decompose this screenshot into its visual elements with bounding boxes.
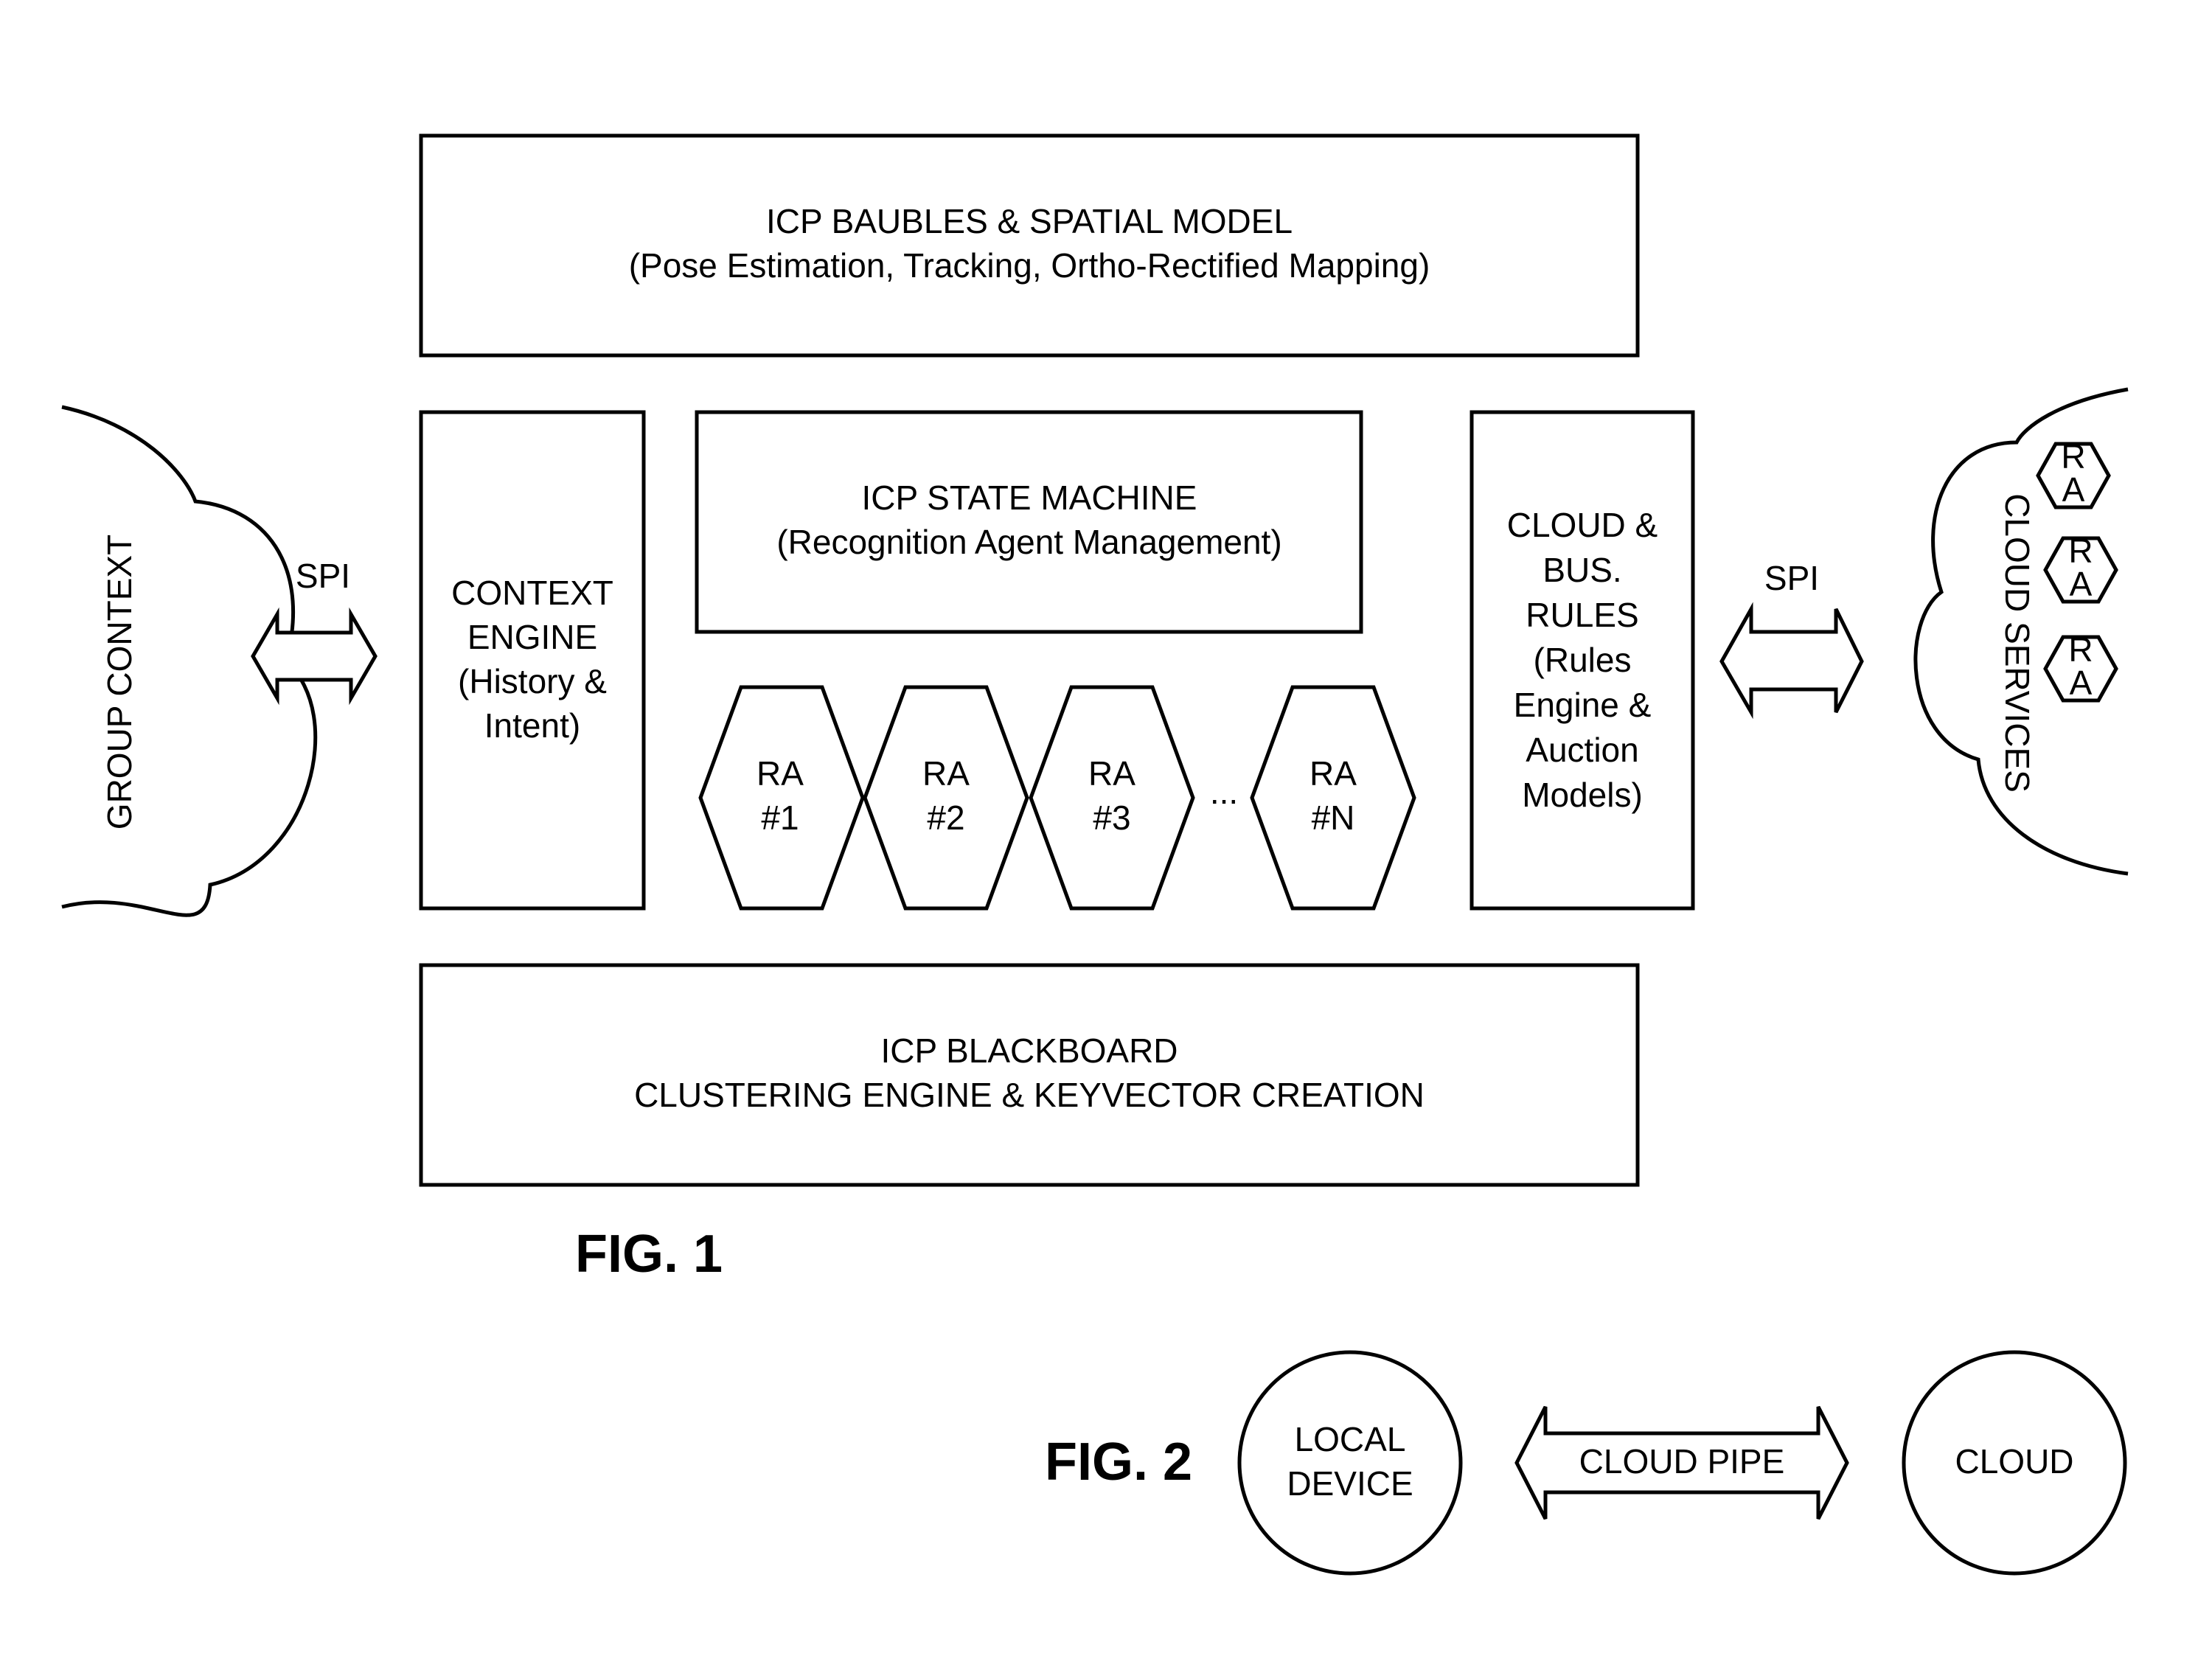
- cloud-bus-rules-line-3: RULES: [1526, 596, 1638, 634]
- cloud-bus-rules-line-7: Models): [1522, 776, 1643, 814]
- spi-right-label: SPI: [1764, 559, 1819, 597]
- spi-left-label: SPI: [296, 557, 350, 595]
- cloud-bus-rules-line-4: (Rules: [1534, 641, 1632, 679]
- ra-hex-3-line-2: #3: [1093, 799, 1130, 837]
- cloud-bus-rules-line-2: BUS.: [1543, 551, 1621, 589]
- context-engine-box: [419, 410, 646, 911]
- ra-hex-2-line-1: RA: [922, 754, 970, 793]
- state-machine-box: [695, 410, 1363, 634]
- ra-hex-2-line-2: #2: [927, 799, 964, 837]
- cloud-ra-hex-3: R A: [2043, 630, 2118, 703]
- blackboard-box: [419, 963, 1640, 1187]
- ra-hex-3: RA #3: [1029, 685, 1195, 911]
- blackboard-subtitle: CLUSTERING ENGINE & KEYVECTOR CREATION: [634, 1076, 1425, 1114]
- context-engine-line-4: Intent): [484, 706, 580, 745]
- cloud-ra-2-line-2: A: [2070, 565, 2093, 603]
- context-engine-line-3: (History &: [458, 662, 607, 700]
- ra-hex-2: RA #2: [863, 685, 1029, 911]
- fig2-caption: FIG. 2: [1045, 1433, 1192, 1492]
- cloud-bus-rules-line-1: CLOUD &: [1507, 506, 1658, 544]
- cloud-bus-rules-line-5: Engine &: [1514, 686, 1652, 724]
- icp-baubles-subtitle: (Pose Estimation, Tracking, Ortho-Rectif…: [629, 246, 1430, 285]
- blackboard-title: ICP BLACKBOARD: [880, 1031, 1178, 1070]
- ra-ellipsis: ...: [1210, 773, 1238, 811]
- fig1-caption: FIG. 1: [575, 1225, 723, 1284]
- ra-hex-n-line-2: #N: [1312, 799, 1355, 837]
- state-machine-title: ICP STATE MACHINE: [862, 479, 1197, 517]
- ra-hex-n-line-1: RA: [1310, 754, 1357, 793]
- ra-hex-1: RA #1: [698, 685, 865, 911]
- cloud-node-label: CLOUD: [1955, 1442, 2073, 1481]
- cloud-pipe-label: CLOUD PIPE: [1579, 1442, 1785, 1481]
- local-device-line-2: DEVICE: [1287, 1464, 1413, 1503]
- ra-hex-1-line-1: RA: [757, 754, 804, 793]
- icp-baubles-title: ICP BAUBLES & SPATIAL MODEL: [766, 202, 1293, 240]
- cloud-ra-1-line-2: A: [2062, 470, 2085, 509]
- spi-left-arrow-icon: [251, 607, 378, 706]
- local-device-node: [1237, 1350, 1463, 1576]
- icp-baubles-box: [419, 133, 1640, 358]
- ra-hex-1-line-2: #1: [761, 799, 799, 837]
- group-context-label: GROUP CONTEXT: [100, 535, 139, 829]
- local-device-line-1: LOCAL: [1295, 1420, 1406, 1458]
- cloud-services-label: CLOUD SERVICES: [1998, 493, 2037, 793]
- context-engine-line-2: ENGINE: [467, 618, 597, 656]
- ra-hex-n: RA #N: [1250, 685, 1416, 911]
- spi-right-arrow-icon: [1719, 602, 1864, 720]
- state-machine-subtitle: (Recognition Agent Management): [776, 523, 1281, 561]
- cloud-ra-hex-1: R A: [2036, 437, 2111, 509]
- context-engine-line-1: CONTEXT: [451, 574, 613, 612]
- cloud-bus-rules-line-6: Auction: [1526, 731, 1638, 769]
- cloud-ra-3-line-2: A: [2070, 664, 2093, 702]
- ra-hex-3-line-1: RA: [1088, 754, 1135, 793]
- cloud-ra-hex-2: R A: [2043, 532, 2118, 604]
- diagram-canvas: GROUP CONTEXT SPI ICP BAUBLES & SPATIAL …: [61, 133, 2129, 1576]
